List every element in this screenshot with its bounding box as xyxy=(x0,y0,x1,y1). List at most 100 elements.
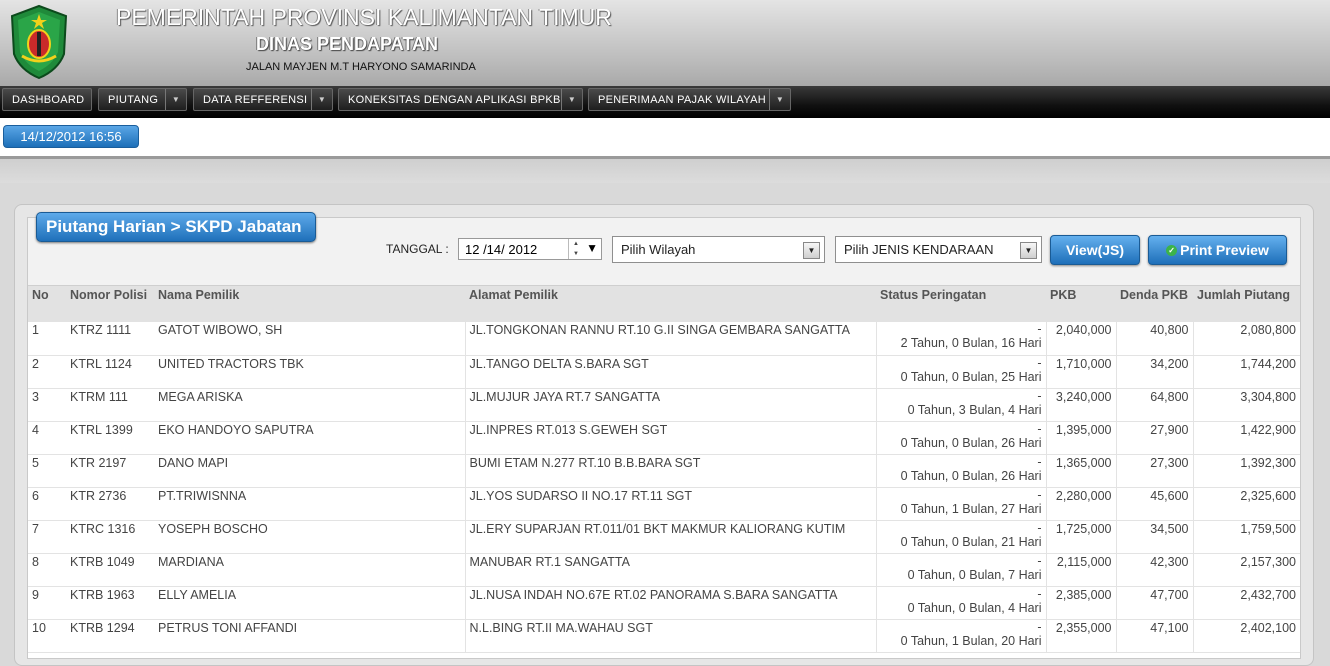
col-header-pkb[interactable]: PKB xyxy=(1046,286,1116,322)
cell-nama-pemilik: ELLY AMELIA xyxy=(154,586,465,620)
cell-nama-pemilik: PETRUS TONI AFFANDI xyxy=(154,619,465,653)
cell-jumlah-piutang-text: 1,422,900 xyxy=(1240,422,1296,437)
table-row[interactable]: 4 KTRL 1399 EKO HANDOYO SAPUTRA JL.INPRES R… xyxy=(28,421,1300,455)
nav-label: PIUTANG xyxy=(108,93,159,106)
table-row[interactable]: 2 KTRL 1124 UNITED TRACTORS TBK JL.TANGO DE… xyxy=(28,355,1300,389)
separator-band xyxy=(0,159,1330,183)
cell-pkb-text: 1,395,000 xyxy=(1055,422,1112,437)
cell-nama-pemilik-text: ELLY AMELIA xyxy=(158,587,237,602)
cell-alamat-pemilik-text: BUMI ETAM N.277 RT.10 B.B.BARA SGT xyxy=(469,455,701,470)
table-row[interactable]: 1 KTRZ 1111 GATOT WIBOWO, SH JL.TONGKONAN R… xyxy=(28,322,1300,356)
wilayah-select[interactable]: Pilih Wilayah ▼ xyxy=(612,236,825,263)
table-row[interactable]: 7 KTRC 1316 YOSEPH BOSCHO JL.ERY SUPARJAN R… xyxy=(28,520,1300,554)
header-subtitle: DINAS PENDAPATAN xyxy=(256,34,439,54)
chevron-down-icon[interactable]: ▼ xyxy=(561,89,582,110)
cell-jumlah-piutang: 1,392,300 xyxy=(1192,454,1300,488)
cell-nomor-polisi: KTRC 1316 xyxy=(66,520,154,554)
cell-denda-pkb-text: 45,600 xyxy=(1150,488,1189,503)
spin-up-icon[interactable]: ▲ xyxy=(573,241,579,247)
cell-nomor-polisi: KTR 2197 xyxy=(66,454,154,488)
calendar-dropdown-icon[interactable]: ▼ xyxy=(586,241,598,255)
cell-alamat-pemilik: JL.TONGKONAN RANNU RT.10 G.II SINGA GEMB… xyxy=(464,322,876,356)
cell-jumlah-piutang-text: 2,080,800 xyxy=(1240,323,1296,337)
chevron-down-icon[interactable]: ▼ xyxy=(769,89,790,110)
chevron-down-icon[interactable]: ▼ xyxy=(165,89,186,110)
cell-nomor-polisi-text: KTRM 111 xyxy=(70,389,128,404)
table-row[interactable]: 8 KTRB 1049 MARDIANA MANUBAR RT.1 SANGATTA -… xyxy=(28,553,1300,587)
piutang-table: No Nomor Polisi Nama Pemilik Alamat Pemi… xyxy=(28,286,1300,653)
table-row[interactable]: 5 KTR 2197 DANO MAPI BUMI ETAM N.277 RT.10 … xyxy=(28,454,1300,488)
cell-nomor-polisi: KTRB 1049 xyxy=(66,553,154,587)
cell-jumlah-piutang-text: 3,304,800 xyxy=(1240,389,1296,404)
table-row[interactable]: 9 KTRB 1963 ELLY AMELIA JL.NUSA INDAH NO.67… xyxy=(28,586,1300,620)
cell-no: 9 xyxy=(28,586,66,620)
cell-pkb-text: 2,355,000 xyxy=(1055,620,1112,635)
cell-jumlah-piutang: 2,080,800 xyxy=(1192,322,1300,356)
col-header-alamat-pemilik[interactable]: Alamat Pemilik xyxy=(465,286,876,322)
col-header-status-peringatan[interactable]: Status Peringatan xyxy=(876,286,1046,322)
cell-denda-pkb-text: 47,100 xyxy=(1150,620,1189,635)
cell-alamat-pemilik: JL.MUJUR JAYA RT.7 SANGATTA xyxy=(464,388,876,422)
cell-pkb: 1,725,000 xyxy=(1045,520,1116,554)
cell-no: 4 xyxy=(28,421,66,455)
col-header-denda-pkb[interactable]: Denda PKB xyxy=(1116,286,1193,322)
table-row[interactable]: 10 KTRB 1294 PETRUS TONI AFFANDI N.L.BING R… xyxy=(28,619,1300,653)
status-prefix: - xyxy=(1037,388,1042,403)
status-text: 0 Tahun, 3 Bulan, 4 Hari xyxy=(907,402,1042,417)
date-value: 12 /14/ 2012 xyxy=(465,241,538,257)
status-prefix: - xyxy=(1037,355,1042,370)
cell-denda-pkb-text: 40,800 xyxy=(1150,323,1189,337)
nav-data-refferensi[interactable]: DATA REFFERENSI ▼ xyxy=(193,88,333,111)
chevron-down-icon[interactable]: ▼ xyxy=(311,89,332,110)
cell-pkb-text: 1,710,000 xyxy=(1055,356,1112,371)
cell-alamat-pemilik-text: JL.ERY SUPARJAN RT.011/01 BKT MAKMUR KAL… xyxy=(469,521,846,536)
nav-label: DASHBOARD xyxy=(12,93,85,106)
nav-piutang[interactable]: PIUTANG ▼ xyxy=(98,88,187,111)
cell-no: 8 xyxy=(28,553,66,587)
cell-pkb-text: 2,280,000 xyxy=(1055,488,1112,503)
jenis-kendaraan-select[interactable]: Pilih JENIS KENDARAAN ▼ xyxy=(835,236,1042,263)
chevron-down-icon[interactable]: ▼ xyxy=(803,242,820,259)
cell-nama-pemilik: EKO HANDOYO SAPUTRA xyxy=(154,421,465,455)
cell-nomor-polisi: KTRL 1124 xyxy=(66,355,154,389)
col-header-nomor-polisi[interactable]: Nomor Polisi xyxy=(66,286,154,322)
cell-jumlah-piutang-text: 1,759,500 xyxy=(1240,521,1296,536)
status-text: 0 Tahun, 1 Bulan, 20 Hari xyxy=(900,633,1042,648)
cell-denda-pkb-text: 27,900 xyxy=(1150,422,1189,437)
col-header-nama-pemilik[interactable]: Nama Pemilik xyxy=(154,286,465,322)
cell-no: 10 xyxy=(28,619,66,653)
nav-koneksitas[interactable]: KONEKSITAS DENGAN APLIKASI BPKB ▼ xyxy=(338,88,583,111)
cell-jumlah-piutang: 3,304,800 xyxy=(1192,388,1300,422)
cell-pkb: 2,115,000 xyxy=(1045,553,1116,587)
cell-jumlah-piutang: 2,157,300 xyxy=(1192,553,1300,587)
spin-down-icon[interactable]: ▼ xyxy=(573,251,579,257)
cell-nama-pemilik-text: PETRUS TONI AFFANDI xyxy=(158,620,298,635)
nav-label: KONEKSITAS DENGAN APLIKASI BPKB xyxy=(348,93,561,106)
date-spinner[interactable]: ▲ ▼ xyxy=(568,239,583,259)
cell-no-text: 5 xyxy=(32,455,39,470)
cell-jumlah-piutang: 2,432,700 xyxy=(1192,586,1300,620)
col-header-jumlah-piutang[interactable]: Jumlah Piutang xyxy=(1193,286,1300,322)
cell-jumlah-piutang-text: 2,432,700 xyxy=(1240,587,1296,602)
table-row[interactable]: 6 KTR 2736 PT.TRIWISNNA JL.YOS SUDARSO II N… xyxy=(28,487,1300,521)
view-button[interactable]: View(JS) xyxy=(1050,235,1140,265)
nav-dashboard[interactable]: DASHBOARD xyxy=(2,88,92,111)
cell-nama-pemilik: UNITED TRACTORS TBK xyxy=(154,355,465,389)
cell-status-peringatan: -0 Tahun, 0 Bulan, 4 Hari xyxy=(875,586,1046,620)
cell-jumlah-piutang: 1,759,500 xyxy=(1192,520,1300,554)
table-row[interactable]: 3 KTRM 111 MEGA ARISKA JL.MUJUR JAYA RT.7 S… xyxy=(28,388,1300,422)
cell-alamat-pemilik-text: JL.NUSA INDAH NO.67E RT.02 PANORAMA S.BA… xyxy=(469,587,838,602)
cell-nomor-polisi-text: KTRL 1124 xyxy=(70,356,132,371)
print-preview-button[interactable]: ✓ Print Preview xyxy=(1148,235,1287,265)
cell-alamat-pemilik-text: N.L.BING RT.II MA.WAHAU SGT xyxy=(469,620,653,635)
date-input[interactable]: 12 /14/ 2012 ▲ ▼ ▼ xyxy=(458,238,602,260)
cell-nama-pemilik-text: GATOT WIBOWO, SH xyxy=(158,323,283,337)
cell-status-peringatan: -0 Tahun, 0 Bulan, 7 Hari xyxy=(875,553,1046,587)
nav-penerimaan-pajak[interactable]: PENERIMAAN PAJAK WILAYAH ▼ xyxy=(588,88,791,111)
cell-pkb-text: 1,365,000 xyxy=(1055,455,1112,470)
col-header-no[interactable]: No xyxy=(28,286,66,322)
cell-no-text: 8 xyxy=(32,554,39,569)
cell-nama-pemilik-text: MEGA ARISKA xyxy=(158,389,243,404)
cell-nomor-polisi-text: KTR 2736 xyxy=(70,488,127,503)
chevron-down-icon[interactable]: ▼ xyxy=(1020,242,1037,259)
